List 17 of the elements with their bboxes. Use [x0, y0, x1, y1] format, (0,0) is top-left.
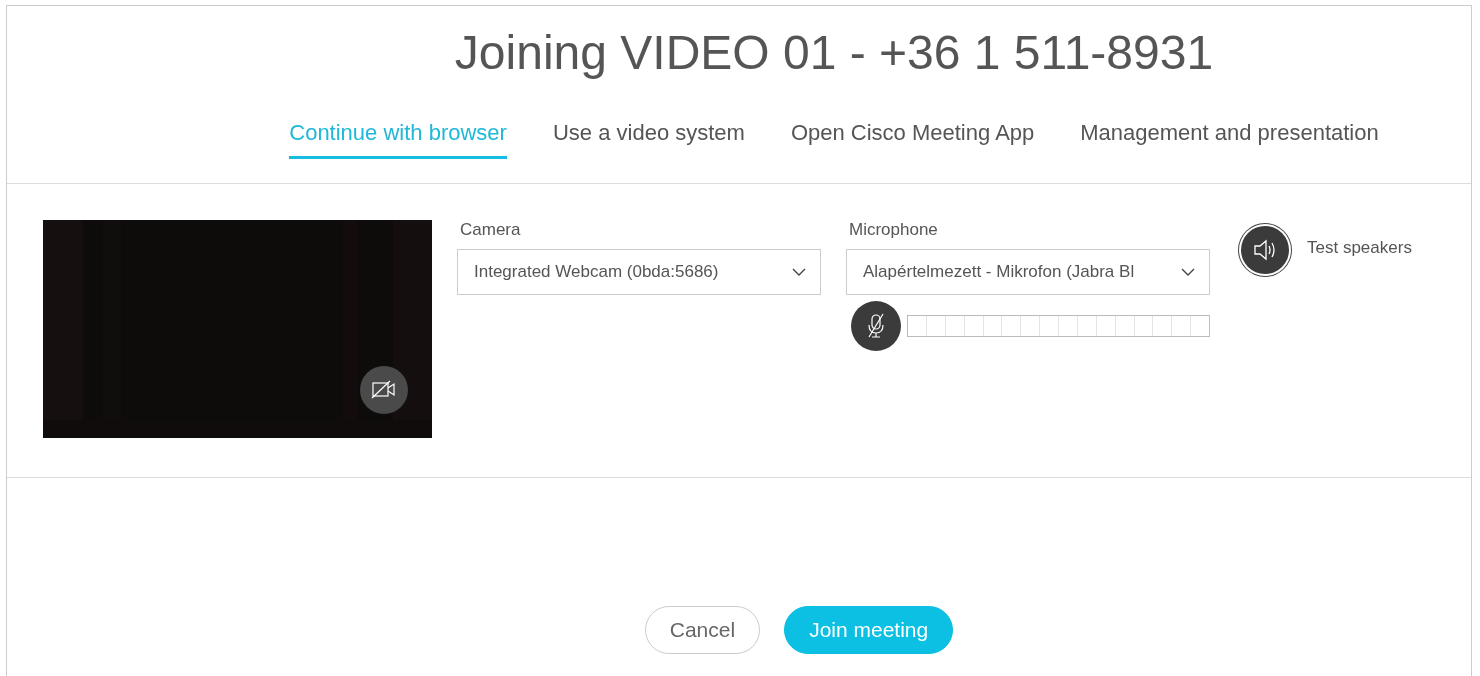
field-label: Camera: [460, 220, 522, 240]
chevron-icon: [792, 268, 806, 276]
camera-off-icon: [371, 380, 397, 400]
test-speakers-label: Test speakers: [1307, 238, 1412, 258]
tab[interactable]: Open Cisco Meeting App: [790, 120, 1035, 159]
cancel-button[interactable]: Cancel: [644, 606, 761, 654]
meeting-title: Joining VIDEO 01 - +36 1 511-8931: [454, 25, 1214, 81]
mute-button[interactable]: [851, 301, 901, 351]
microphone-select[interactable]: Alapértelmezett - Mikrofon (Jabra Bl: [846, 249, 1210, 295]
microphone-icon: [865, 313, 887, 339]
camera-select[interactable]: Integrated Webcam (0bda:5686): [457, 249, 821, 295]
field-label: Microphone: [849, 220, 939, 240]
tab[interactable]: Management and presentation: [1080, 120, 1379, 159]
speaker-icon: [1252, 238, 1278, 262]
chevron-icon: [1181, 268, 1195, 276]
tab[interactable]: Use a video system: [552, 120, 745, 159]
speaker-button[interactable]: [1241, 226, 1289, 274]
